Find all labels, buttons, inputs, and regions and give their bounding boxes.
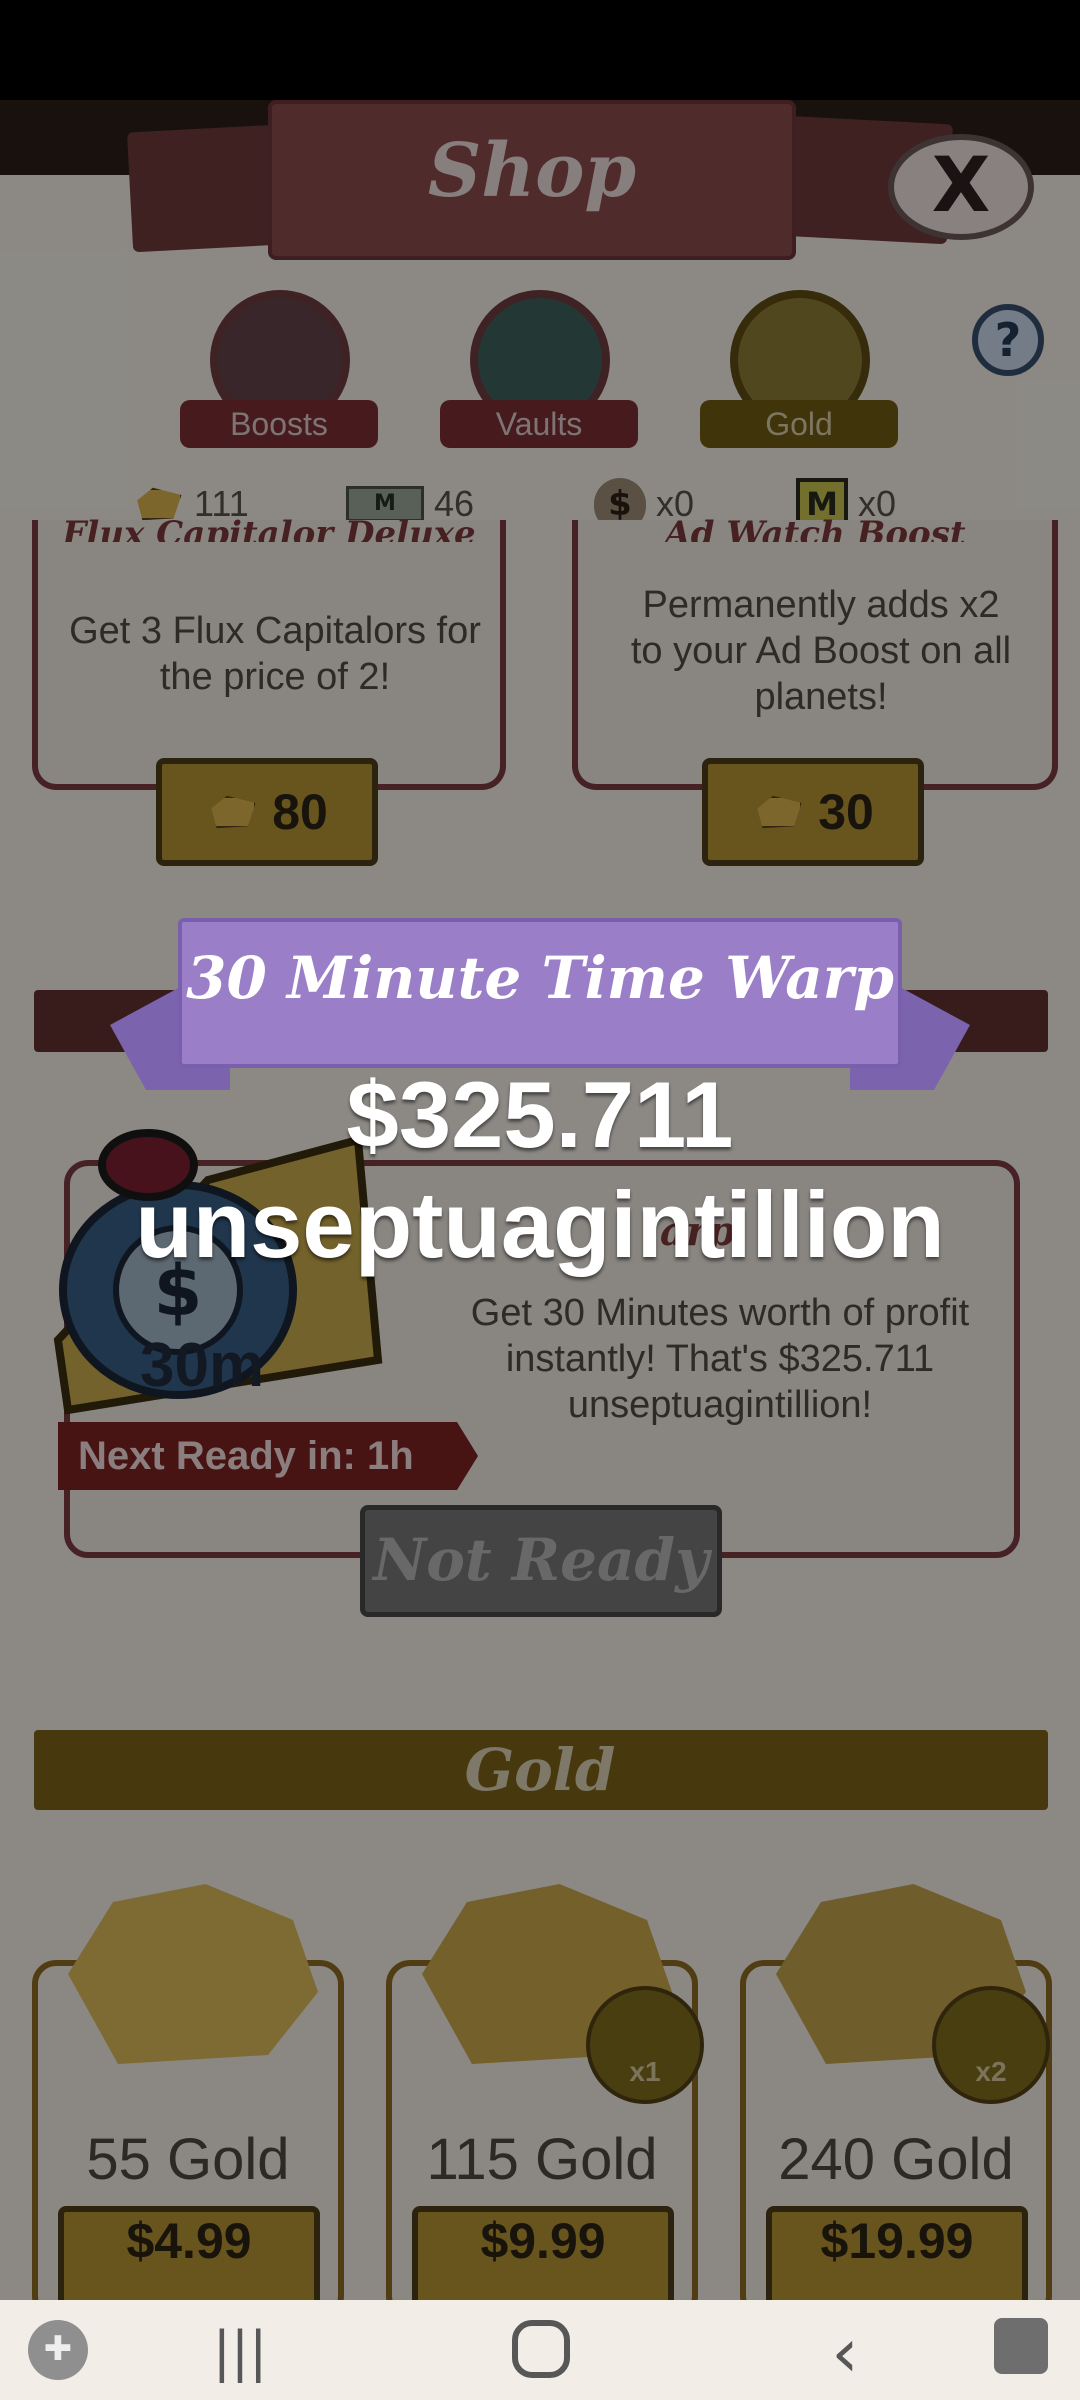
- back-icon[interactable]: ‹: [820, 2314, 870, 2393]
- game-launcher-icon[interactable]: ✚: [28, 2320, 88, 2380]
- lock-touch-icon[interactable]: [994, 2318, 1048, 2374]
- recent-apps-icon[interactable]: |||: [210, 2320, 270, 2383]
- system-nav-bar: ✚ ||| ‹: [0, 2300, 1080, 2400]
- reward-banner-title: 30 Minute Time Warp: [186, 944, 894, 1012]
- reward-amount: $325.711 unseptuagintillion: [135, 1062, 945, 1277]
- home-icon[interactable]: [512, 2320, 570, 2378]
